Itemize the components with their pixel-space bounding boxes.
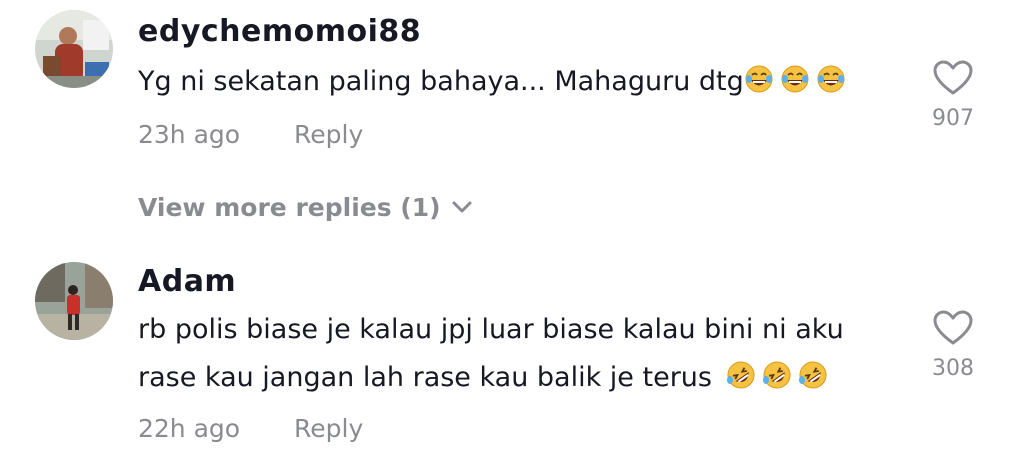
avatar-photo — [35, 10, 113, 88]
like-count: 308 — [932, 356, 974, 381]
tears-of-joy-emoji-icon — [744, 64, 774, 94]
rofl-emoji-icon — [762, 360, 792, 390]
comment-timestamp: 23h ago — [138, 120, 241, 149]
comment-meta: 22h ago Reply — [138, 414, 363, 443]
comment-meta: 23h ago Reply — [138, 120, 363, 149]
reply-button[interactable]: Reply — [294, 120, 363, 149]
tears-of-joy-emoji-icon — [816, 64, 846, 94]
avatar[interactable] — [35, 10, 113, 88]
heart-icon — [933, 60, 973, 95]
view-more-replies-button[interactable]: View more replies (1) — [138, 193, 473, 222]
rofl-emoji-icon — [726, 360, 756, 390]
like-count: 907 — [932, 106, 974, 131]
heart-icon — [933, 310, 973, 345]
comment-username[interactable]: Adam — [138, 264, 236, 299]
like-button[interactable]: 308 — [925, 310, 981, 381]
comment-text-line: rase kau jangan lah rase kau balik je te… — [138, 362, 712, 393]
comment-text-line-wrap: rase kau jangan lah rase kau balik je te… — [138, 354, 844, 402]
like-button[interactable]: 907 — [925, 60, 981, 131]
view-more-replies-label: View more replies (1) — [138, 193, 441, 222]
comment-text: Yg ni sekatan paling bahaya... Mahaguru … — [138, 58, 846, 106]
avatar[interactable] — [35, 262, 113, 340]
chevron-down-icon — [452, 201, 472, 213]
tears-of-joy-emoji-icon — [780, 64, 810, 94]
comment-text: rb polis biase je kalau jpj luar biase k… — [138, 306, 844, 402]
reply-button[interactable]: Reply — [294, 414, 363, 443]
avatar-photo — [35, 262, 113, 340]
comment-username[interactable]: edychemomoi88 — [138, 14, 421, 49]
comment-timestamp: 22h ago — [138, 414, 241, 443]
rofl-emoji-icon — [798, 360, 828, 390]
comment-text-line: rb polis biase je kalau jpj luar biase k… — [138, 314, 844, 345]
comment-text-line: Yg ni sekatan paling bahaya... Mahaguru … — [138, 66, 744, 97]
